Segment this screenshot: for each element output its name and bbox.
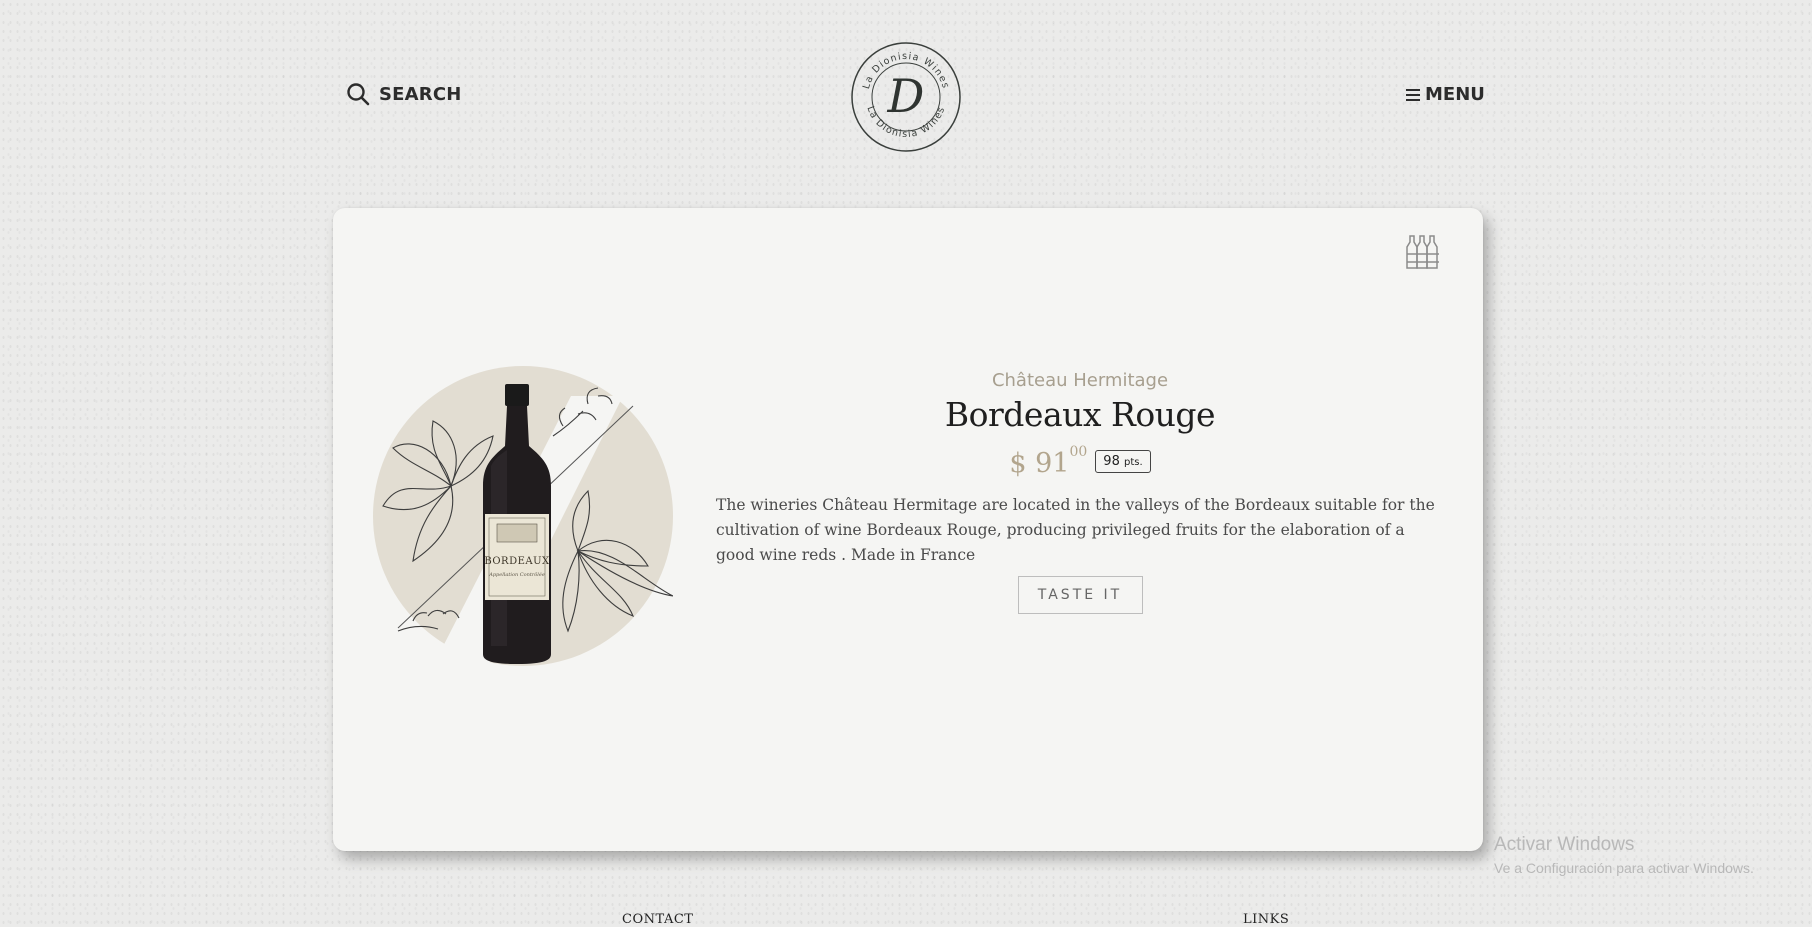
product-title: Bordeaux Rouge <box>944 395 1216 434</box>
os-activation-watermark: Activar Windows Ve a Configuración para … <box>1494 834 1754 876</box>
taste-it-button[interactable]: TASTE IT <box>1017 576 1143 614</box>
product-info: Château Hermitage Bordeaux Rouge $ 9100 … <box>716 360 1444 614</box>
bottle-label-title: BORDEAUX <box>484 556 550 567</box>
wine-compare-icon[interactable] <box>1404 234 1442 270</box>
product-image: BORDEAUX Appellation Contrôlée <box>373 366 673 666</box>
price-currency: $ <box>1009 448 1027 479</box>
product-description: The wineries Château Hermitage are locat… <box>716 496 1435 564</box>
site-header: SEARCH La Dionisia Wines La Dionisia Win… <box>0 0 1812 200</box>
menu-button[interactable]: MENU <box>1406 84 1485 105</box>
search-icon <box>347 83 370 106</box>
search-label: SEARCH <box>379 83 462 105</box>
footer-links-heading: LINKS <box>1243 912 1290 927</box>
watermark-line1: Activar Windows <box>1494 834 1635 855</box>
bottle-label-subtitle: Appellation Contrôlée <box>488 571 545 578</box>
points-value: 98 <box>1103 454 1120 469</box>
winery-name: Château Hermitage <box>991 370 1169 391</box>
hamburger-icon <box>1406 88 1420 101</box>
footer-contact-heading: CONTACT <box>622 912 694 927</box>
product-card: BORDEAUX Appellation Contrôlée Château H… <box>333 208 1483 851</box>
points-badge: 98 pts. <box>1095 450 1151 473</box>
logo-initial: D <box>887 69 925 123</box>
price: $ 9100 <box>1009 444 1087 479</box>
price-row: $ 9100 98 pts. <box>716 444 1444 479</box>
logo-emblem[interactable]: La Dionisia Wines La Dionisia Wines D <box>849 40 963 154</box>
points-unit: pts. <box>1123 457 1143 468</box>
price-cents: 00 <box>1069 444 1088 460</box>
search-button[interactable]: SEARCH <box>346 82 462 106</box>
menu-label: MENU <box>1425 84 1485 105</box>
price-whole: 91 <box>1035 448 1070 479</box>
watermark-line2: Ve a Configuración para activar Windows. <box>1494 860 1754 876</box>
